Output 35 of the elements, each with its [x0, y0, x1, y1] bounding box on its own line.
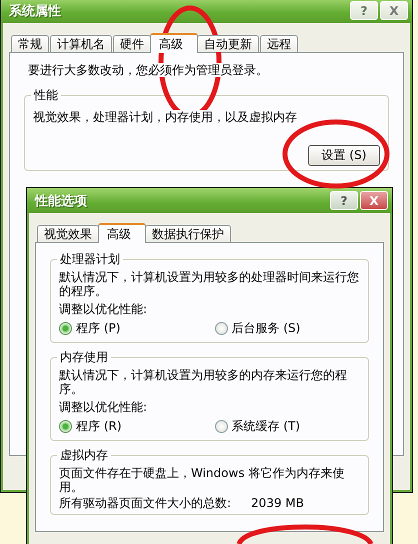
- close-button[interactable]: X: [380, 1, 408, 20]
- radio-label[interactable]: 程序 (P): [76, 320, 120, 336]
- radio-button[interactable]: [214, 420, 228, 432]
- radio-label[interactable]: 程序 (R): [76, 418, 122, 434]
- window-title: 系统属性: [9, 2, 62, 20]
- tab[interactable]: 视觉效果: [37, 225, 99, 242]
- window-title: 性能选项: [35, 192, 88, 210]
- group-description: 视觉效果，处理器计划，内存使用，以及虚拟内存: [33, 110, 297, 124]
- tab[interactable]: 常规: [11, 35, 49, 52]
- settings-button[interactable]: 设置 (S): [308, 145, 380, 166]
- group-description: 默认情况下，计算机设置为用较多的内存来运行您的程序。: [59, 368, 348, 396]
- group-title: 虚拟内存: [57, 448, 111, 463]
- group-title: 性能: [31, 88, 61, 103]
- tab[interactable]: 高级: [150, 33, 198, 53]
- radio-button[interactable]: [214, 322, 228, 334]
- total-value: 2039 MB: [251, 496, 304, 510]
- total-label: 所有驱动器页面文件大小的总数:: [59, 496, 232, 510]
- radio-button[interactable]: [59, 322, 72, 334]
- radio-label[interactable]: 后台服务 (S): [232, 320, 300, 336]
- help-button[interactable]: ?: [350, 1, 378, 20]
- group-description: 页面文件存在于硬盘上，Windows 将它作为内存来使用。: [59, 466, 346, 494]
- tab[interactable]: 远程: [260, 35, 298, 52]
- prompt-label: 调整以优化性能:: [59, 302, 148, 316]
- help-button[interactable]: ?: [330, 191, 358, 210]
- radio-button[interactable]: [59, 420, 72, 432]
- tab[interactable]: 计算机名: [50, 35, 112, 52]
- group-title: 处理器计划: [57, 252, 123, 267]
- tab[interactable]: 高级: [98, 223, 146, 243]
- tab[interactable]: 数据执行保护: [145, 225, 231, 242]
- radio-label[interactable]: 系统缓存 (T): [232, 418, 300, 434]
- tab[interactable]: 硬件: [113, 35, 151, 52]
- group-description: 默认情况下，计算机设置为用较多的处理器时间来运行您的程序。: [59, 270, 360, 298]
- prompt-label: 调整以优化性能:: [59, 400, 148, 414]
- tab[interactable]: 自动更新: [197, 35, 259, 52]
- group-title: 内存使用: [57, 350, 111, 365]
